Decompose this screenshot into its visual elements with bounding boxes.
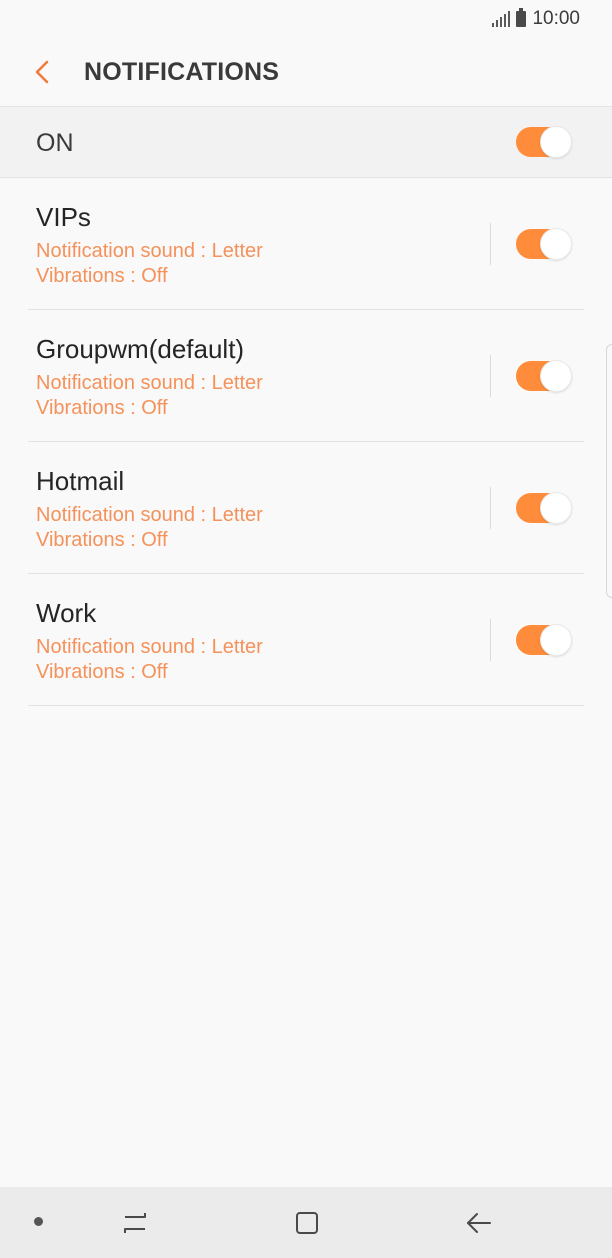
clock: 10:00 (532, 8, 580, 29)
account-toggle-work[interactable] (516, 624, 572, 656)
home-button[interactable] (289, 1205, 325, 1241)
divider (490, 223, 491, 265)
toggle-thumb (540, 360, 572, 392)
notification-sound-text: Notification sound : Letter (36, 504, 263, 526)
vibrations-text: Vibrations : Off (36, 265, 168, 287)
account-name: Hotmail (36, 466, 125, 496)
signal-icon (492, 11, 511, 27)
notification-sound-text: Notification sound : Letter (36, 636, 263, 658)
recents-icon (124, 1213, 146, 1233)
account-name: Work (36, 598, 97, 628)
account-list: VIPs Notification sound : Letter Vibrati… (0, 178, 612, 706)
account-name: VIPs (36, 202, 91, 232)
account-toggle-groupwm[interactable] (516, 360, 572, 392)
notification-sound-text: Notification sound : Letter (36, 372, 263, 394)
status-icons: 10:00 (492, 8, 580, 30)
edge-panel-handle[interactable] (606, 344, 612, 598)
vibrations-text: Vibrations : Off (36, 661, 168, 683)
dot-icon[interactable] (34, 1217, 43, 1226)
back-nav-button[interactable] (460, 1205, 496, 1241)
account-row-hotmail[interactable]: Hotmail Notification sound : Letter Vibr… (28, 442, 584, 574)
divider (490, 487, 491, 529)
account-toggle-hotmail[interactable] (516, 492, 572, 524)
account-toggle-vips[interactable] (516, 228, 572, 260)
divider (490, 619, 491, 661)
toggle-thumb (540, 624, 572, 656)
master-toggle[interactable] (516, 126, 572, 158)
account-row-vips[interactable]: VIPs Notification sound : Letter Vibrati… (28, 178, 584, 310)
navigation-bar (0, 1187, 612, 1258)
toggle-thumb (540, 126, 572, 158)
status-bar: 10:00 (0, 0, 612, 38)
home-icon (296, 1212, 318, 1234)
battery-icon (516, 8, 527, 27)
master-switch-label: ON (36, 129, 74, 157)
account-name: Groupwm(default) (36, 334, 245, 364)
recents-button[interactable] (117, 1205, 153, 1241)
app-header: NOTIFICATIONS (0, 38, 612, 106)
account-row-work[interactable]: Work Notification sound : Letter Vibrati… (28, 574, 584, 706)
toggle-thumb (540, 492, 572, 524)
notification-sound-text: Notification sound : Letter (36, 240, 263, 262)
toggle-thumb (540, 228, 572, 260)
master-switch-row[interactable]: ON (0, 106, 612, 178)
page-title: NOTIFICATIONS (84, 58, 280, 86)
chevron-left-icon (35, 60, 49, 84)
account-row-groupwm[interactable]: Groupwm(default) Notification sound : Le… (28, 310, 584, 442)
back-button[interactable] (26, 56, 58, 88)
divider (490, 355, 491, 397)
vibrations-text: Vibrations : Off (36, 529, 168, 551)
back-arrow-icon (467, 1213, 491, 1233)
vibrations-text: Vibrations : Off (36, 397, 168, 419)
